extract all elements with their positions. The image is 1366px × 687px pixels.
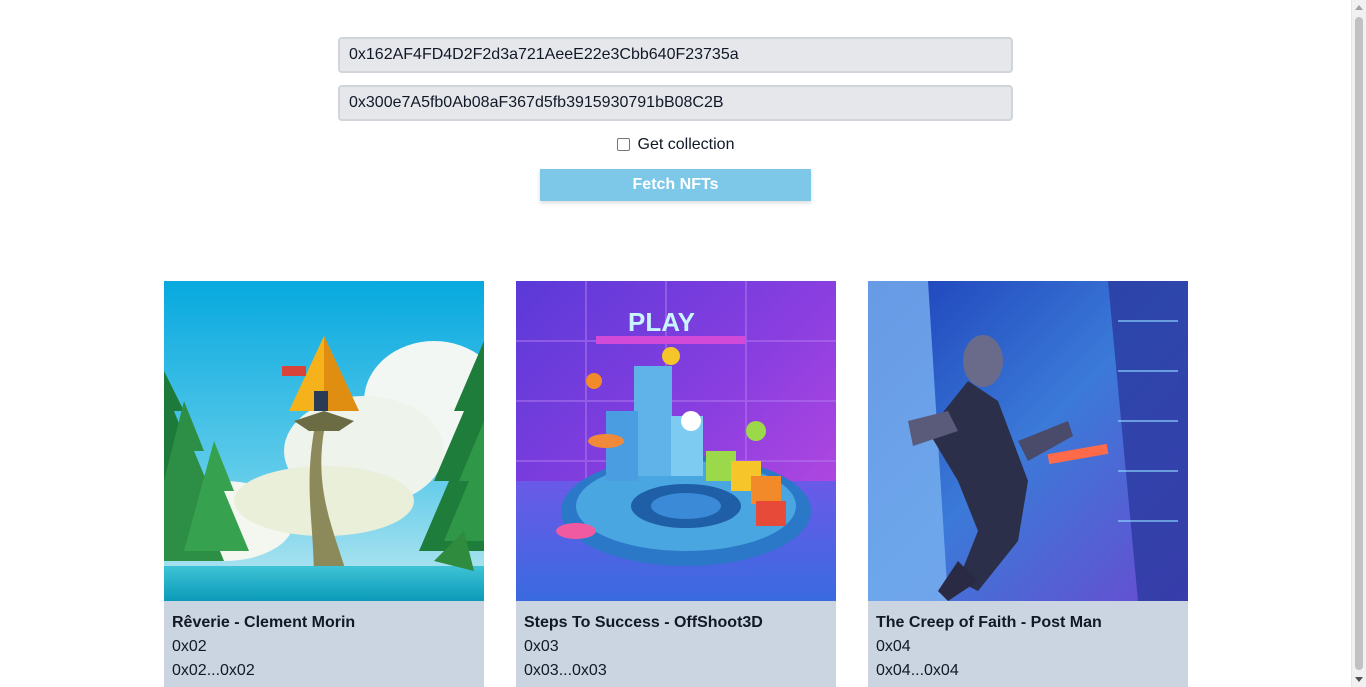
treehouse-artwork-image [164, 281, 484, 601]
vertical-scrollbar[interactable] [1351, 0, 1366, 687]
get-collection-checkbox[interactable] [616, 137, 630, 151]
nft-card[interactable]: Rêverie - Clement Morin 0x02 0x02...0x02 [164, 281, 484, 687]
nft-card[interactable]: PLAY Steps To Success - OffShoot3D 0x03 … [516, 281, 836, 687]
nft-token-id: 0x03 [524, 638, 559, 655]
fetch-form: Get collection Fetch NFTs [338, 37, 1013, 201]
get-collection-row[interactable]: Get collection [338, 133, 1013, 157]
nft-token-range: 0x04...0x04 [876, 662, 959, 679]
svg-text:PLAY: PLAY [628, 307, 695, 337]
play-stage-artwork-image: PLAY [516, 281, 836, 601]
scroll-down-arrow-icon[interactable] [1355, 677, 1363, 682]
nft-token-range: 0x02...0x02 [172, 662, 255, 679]
collection-address-input[interactable] [338, 85, 1013, 121]
get-collection-label: Get collection [637, 136, 735, 153]
nft-card-info: Rêverie - Clement Morin 0x02 0x02...0x02 [164, 601, 484, 683]
nft-grid: Rêverie - Clement Morin 0x02 0x02...0x02 [164, 281, 1188, 687]
nft-token-id: 0x04 [876, 638, 911, 655]
wallet-address-input[interactable] [338, 37, 1013, 73]
climbing-man-artwork-image [868, 281, 1188, 601]
page: Get collection Fetch NFTs [0, 0, 1366, 687]
nft-card-info: Steps To Success - OffShoot3D 0x03 0x03.… [516, 601, 836, 683]
nft-card[interactable]: The Creep of Faith - Post Man 0x04 0x04.… [868, 281, 1188, 687]
scroll-up-arrow-icon[interactable] [1355, 5, 1363, 10]
scroll-thumb[interactable] [1355, 17, 1363, 670]
fetch-nfts-button[interactable]: Fetch NFTs [540, 169, 811, 201]
nft-title: Steps To Success - OffShoot3D [524, 614, 763, 631]
nft-card-info: The Creep of Faith - Post Man 0x04 0x04.… [868, 601, 1188, 683]
nft-token-id: 0x02 [172, 638, 207, 655]
nft-title: Rêverie - Clement Morin [172, 614, 356, 631]
nft-token-range: 0x03...0x03 [524, 662, 607, 679]
nft-title: The Creep of Faith - Post Man [876, 614, 1102, 631]
